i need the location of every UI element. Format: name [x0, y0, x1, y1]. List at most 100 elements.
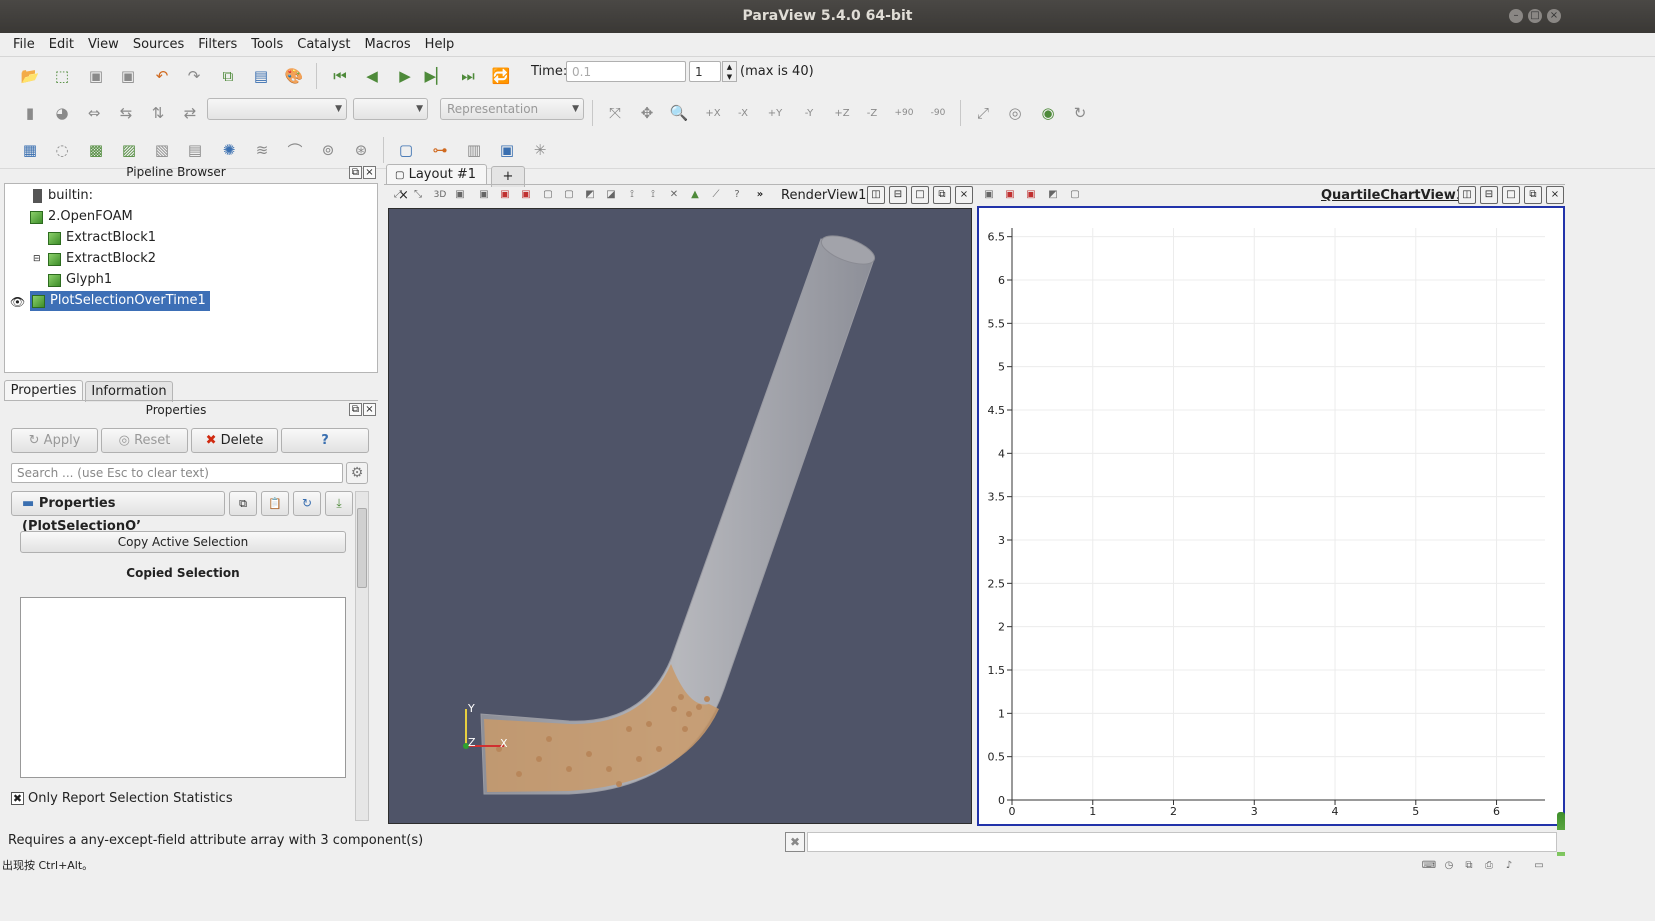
chart-select-polygon-icon[interactable]: ▣: [1002, 187, 1018, 203]
collapse-icon[interactable]: ⊟: [33, 249, 43, 269]
restore-view-icon[interactable]: ⧉: [933, 186, 951, 204]
split-horizontal-icon[interactable]: ◫: [1458, 186, 1476, 204]
contour-icon[interactable]: ◌: [49, 137, 75, 163]
rescale-visible-icon[interactable]: ⇄: [177, 100, 203, 126]
chart-zoom-icon[interactable]: ◩: [1045, 187, 1061, 203]
chart-screenshot-icon[interactable]: ▢: [1067, 187, 1083, 203]
load-state-icon[interactable]: ▣: [115, 63, 141, 89]
zoom-to-data-icon[interactable]: ✥: [634, 100, 660, 126]
pipeline-item-builtin[interactable]: builtin:: [33, 186, 93, 206]
menu-tools[interactable]: Tools: [244, 37, 290, 52]
restore-defaults-icon[interactable]: ↻: [293, 491, 321, 516]
interactive-select-icon[interactable]: ◪: [603, 187, 619, 203]
next-frame-icon[interactable]: ▶▏: [423, 63, 449, 89]
menu-sources[interactable]: Sources: [126, 37, 191, 52]
extract-level-icon[interactable]: ⊛: [348, 137, 374, 163]
particle-tracer-icon[interactable]: ✳: [527, 137, 553, 163]
delete-button[interactable]: ✖ Delete: [191, 428, 278, 453]
help-button[interactable]: ?: [281, 428, 369, 453]
rescale-temporal-icon[interactable]: ⇅: [145, 100, 171, 126]
pipeline-item-glyph1[interactable]: Glyph1: [48, 270, 112, 290]
close-icon[interactable]: ×: [1547, 9, 1561, 23]
undo-icon[interactable]: ↶: [149, 63, 175, 89]
properties-section-toggle[interactable]: ▬ Properties (PlotSelectionO’: [11, 491, 225, 534]
toggle-color-legend-icon[interactable]: ▮: [17, 100, 43, 126]
clear-selection-icon[interactable]: ⟋: [708, 187, 724, 203]
histogram-icon[interactable]: ▥: [461, 137, 487, 163]
tray-volume-icon[interactable]: ♪: [1501, 858, 1517, 874]
extract-subset-icon[interactable]: ▤: [182, 137, 208, 163]
select-cells-through-icon[interactable]: ▣: [518, 187, 534, 203]
rescale-custom-icon[interactable]: ⇆: [113, 100, 139, 126]
quartile-chart-view[interactable]: 0 1 2 3 4 5 6 0 0.5 1 1.5 2 2.5 3 3.5 4 4.5 5 5.5 6 6.5: [977, 206, 1565, 826]
show-center-icon[interactable]: ◎: [1002, 100, 1028, 126]
shrink-selection-icon[interactable]: ▲: [687, 187, 703, 203]
tab-information[interactable]: Information: [85, 381, 173, 402]
close-panel-icon[interactable]: ×: [363, 166, 376, 179]
toggle-3d-button[interactable]: 3D: [432, 187, 448, 203]
gear-icon[interactable]: ⚙: [346, 462, 368, 484]
only-report-checkbox[interactable]: ✖: [11, 792, 24, 805]
capture-screenshot-icon[interactable]: ▣: [452, 187, 468, 203]
apply-button[interactable]: ↻ Apply: [11, 428, 98, 453]
edit-color-map-icon[interactable]: ◕: [49, 100, 75, 126]
chart-clear-selection-icon[interactable]: ▣: [1023, 187, 1039, 203]
view-minus-z-icon[interactable]: -Z: [859, 100, 885, 126]
find-data-icon[interactable]: ?: [729, 187, 745, 203]
plot-selection-icon[interactable]: ▣: [494, 137, 520, 163]
pipeline-item-extractblock2[interactable]: ⊟ ExtractBlock2: [33, 249, 156, 269]
maximize-view-icon[interactable]: □: [911, 186, 929, 204]
view-minus-y-icon[interactable]: -Y: [796, 100, 822, 126]
save-state-icon[interactable]: ▣: [83, 63, 109, 89]
warp-vector-icon[interactable]: ⌒: [282, 137, 308, 163]
menu-edit[interactable]: Edit: [42, 37, 81, 52]
time-field[interactable]: [566, 61, 686, 82]
menu-view[interactable]: View: [81, 37, 126, 52]
paste-parameters-icon[interactable]: 📋: [261, 491, 289, 516]
restore-view-icon[interactable]: ⧉: [1524, 186, 1542, 204]
representation-combo[interactable]: Representation ▼: [440, 98, 584, 120]
select-surface-cells-icon[interactable]: ⤡: [410, 187, 426, 203]
extract-selection-icon[interactable]: ▢: [393, 137, 419, 163]
select-surface-points-icon[interactable]: ⤢: [390, 187, 406, 203]
select-polygon-icon[interactable]: ▢: [561, 187, 577, 203]
connect-icon[interactable]: ⧉: [215, 63, 241, 89]
select-blocks-icon[interactable]: ◩: [582, 187, 598, 203]
tray-clock-icon[interactable]: ◷: [1441, 858, 1457, 874]
view-minus-x-icon[interactable]: -X: [730, 100, 756, 126]
more-tools-icon[interactable]: »: [752, 187, 768, 203]
glyph-icon[interactable]: ✺: [216, 137, 242, 163]
grow-selection-icon[interactable]: ✕: [666, 187, 682, 203]
select-cells-on-icon[interactable]: ▣: [476, 187, 492, 203]
tray-keyboard-icon[interactable]: ⌨: [1421, 858, 1437, 874]
calculator-icon[interactable]: ▦: [17, 137, 43, 163]
slice-icon[interactable]: ▨: [116, 137, 142, 163]
play-icon[interactable]: ▶: [392, 63, 418, 89]
pipeline-item-extractblock1[interactable]: ExtractBlock1: [48, 228, 156, 248]
palette-icon[interactable]: 🎨: [281, 63, 307, 89]
view-plus-x-icon[interactable]: +X: [700, 100, 726, 126]
loop-icon[interactable]: 🔁: [488, 63, 514, 89]
split-vertical-icon[interactable]: ⊟: [1480, 186, 1498, 204]
first-frame-icon[interactable]: ⏮: [327, 63, 353, 89]
hover-cells-icon[interactable]: ⟟: [645, 187, 661, 203]
properties-search-input[interactable]: [11, 463, 343, 483]
timestep-spinner[interactable]: ▲ ▼: [722, 61, 737, 82]
reset-button[interactable]: ◎ Reset: [101, 428, 188, 453]
close-panel-icon[interactable]: ×: [363, 403, 376, 416]
split-vertical-icon[interactable]: ⊟: [889, 186, 907, 204]
float-panel-icon[interactable]: ⧉: [349, 166, 362, 179]
select-points-on-icon[interactable]: ▣: [497, 187, 513, 203]
tab-layout-1[interactable]: ▢ Layout #1 ×: [386, 164, 487, 203]
pick-center-icon[interactable]: ⤢: [970, 100, 996, 126]
copy-parameters-icon[interactable]: ⧉: [229, 491, 257, 516]
close-view-icon[interactable]: ×: [955, 186, 973, 204]
pipeline-item-plotselectionovertime1[interactable]: PlotSelectionOverTime1: [30, 291, 210, 311]
chart-select-icon[interactable]: ▣: [981, 187, 997, 203]
color-array-combo[interactable]: ▼: [207, 98, 347, 120]
open-file-icon[interactable]: 📂: [17, 63, 43, 89]
properties-scrollbar[interactable]: [355, 491, 369, 821]
view-plus-y-icon[interactable]: +Y: [762, 100, 788, 126]
menu-macros[interactable]: Macros: [358, 37, 418, 52]
reset-center-icon[interactable]: ◉: [1035, 100, 1061, 126]
